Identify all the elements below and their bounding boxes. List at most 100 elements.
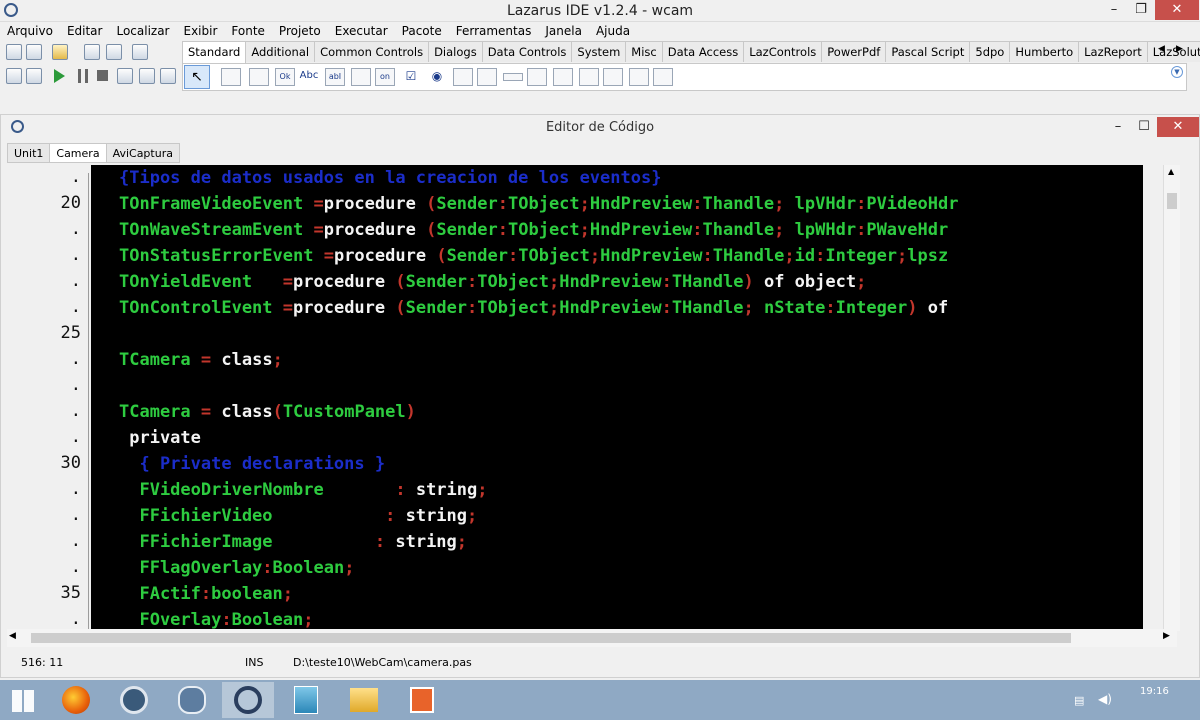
tcheckbox-icon[interactable]: ☑ [401, 68, 421, 86]
tradiobutton-icon[interactable]: ◉ [427, 68, 447, 86]
code-line[interactable]: TOnWaveStreamEvent =procedure (Sender:TO… [119, 217, 948, 243]
menu-fonte[interactable]: Fonte [224, 22, 272, 40]
palette-tab-common-controls[interactable]: Common Controls [314, 41, 430, 62]
palette-scroll-left-icon[interactable]: ◀ [1158, 44, 1165, 54]
step-out-icon[interactable] [160, 68, 176, 84]
palette-tab-dialogs[interactable]: Dialogs [428, 41, 483, 62]
palette-tab-lazsolutions[interactable]: LazSolutions [1146, 41, 1200, 62]
palette-tab-additional[interactable]: Additional [245, 41, 316, 62]
tmemo-icon[interactable] [351, 68, 371, 86]
scroll-up-icon[interactable]: ▲ [1168, 167, 1174, 176]
step-into-icon[interactable] [117, 68, 133, 84]
code-line[interactable]: TCamera = class; [119, 347, 283, 373]
menu-exibir[interactable]: Exibir [177, 22, 225, 40]
palette-tab-lazreport[interactable]: LazReport [1078, 41, 1148, 62]
close-button[interactable]: ✕ [1155, 0, 1199, 20]
new-form-icon[interactable] [26, 44, 42, 60]
tpopupmenu-icon[interactable] [249, 68, 269, 86]
tgroupbox-icon[interactable] [527, 68, 547, 86]
tab-avicaptura[interactable]: AviCaptura [105, 143, 180, 163]
code-line[interactable]: private [119, 425, 201, 451]
view-forms-icon[interactable] [26, 68, 42, 84]
palette-tab-system[interactable]: System [571, 41, 627, 62]
menu-ferramentas[interactable]: Ferramentas [449, 22, 539, 40]
tframe-icon[interactable] [629, 68, 649, 86]
code-line[interactable]: FVideoDriverNombre : string; [119, 477, 487, 503]
tray-volume-icon[interactable]: ◀) [1098, 692, 1112, 706]
palette-menu-icon[interactable]: ▼ [1171, 66, 1183, 78]
file-explorer-icon[interactable] [338, 682, 390, 718]
editor-close-button[interactable]: ✕ [1157, 117, 1199, 137]
hscroll-thumb[interactable] [31, 633, 1071, 643]
save-icon[interactable] [84, 44, 100, 60]
tedit-icon[interactable]: abI [325, 68, 345, 86]
code-area[interactable]: {Tipos de datos usados en la creacion de… [91, 165, 1143, 631]
clock[interactable]: 19:16 [1140, 686, 1169, 697]
restore-button[interactable]: ❐ [1128, 0, 1154, 20]
menu-ajuda[interactable]: Ajuda [589, 22, 637, 40]
minimize-button[interactable]: – [1100, 0, 1128, 20]
run-icon[interactable] [54, 69, 65, 83]
menu-janela[interactable]: Janela [538, 22, 589, 40]
code-line[interactable]: FFlagOverlay:Boolean; [119, 555, 354, 581]
code-line[interactable]: FFichierImage : string; [119, 529, 467, 555]
pointer-icon[interactable]: ↖ [184, 65, 210, 89]
new-unit-icon[interactable] [6, 44, 22, 60]
tab-unit1[interactable]: Unit1 [7, 143, 51, 163]
palette-tab-humberto[interactable]: Humberto [1009, 41, 1080, 62]
palette-tab-pascal-script[interactable]: Pascal Script [885, 41, 971, 62]
windows-start-icon[interactable] [12, 690, 34, 712]
menu-pacote[interactable]: Pacote [395, 22, 449, 40]
tlabel-icon[interactable]: Abc [299, 68, 319, 86]
office-icon[interactable] [396, 682, 448, 718]
code-line[interactable]: FActif:boolean; [119, 581, 293, 607]
scroll-left-icon[interactable]: ◀ [9, 631, 16, 641]
horizontal-scrollbar[interactable]: ◀ ▶ [7, 629, 1177, 647]
tmainmenu-icon[interactable] [221, 68, 241, 86]
palette-scroll-right-icon[interactable]: ▶ [1176, 44, 1183, 54]
code-line[interactable]: TOnFrameVideoEvent =procedure (Sender:TO… [119, 191, 958, 217]
step-over-icon[interactable] [139, 68, 155, 84]
vertical-scrollbar[interactable]: ▲ [1163, 165, 1180, 631]
lazarus-icon[interactable] [222, 682, 274, 718]
palette-tab-standard[interactable]: Standard [182, 41, 247, 63]
palette-tab-powerpdf[interactable]: PowerPdf [821, 41, 887, 62]
app-icon[interactable] [108, 682, 160, 718]
palette-tab-misc[interactable]: Misc [625, 41, 663, 62]
menu-projeto[interactable]: Projeto [272, 22, 328, 40]
save-all-icon[interactable] [106, 44, 122, 60]
palette-tab-data-controls[interactable]: Data Controls [481, 41, 573, 62]
palette-tab-data-access[interactable]: Data Access [661, 41, 745, 62]
scroll-thumb[interactable] [1167, 193, 1177, 209]
editor-maximize-button[interactable]: ☐ [1131, 117, 1157, 137]
tradiogroup-icon[interactable] [553, 68, 573, 86]
stop-icon[interactable] [97, 70, 108, 81]
tbutton-icon[interactable]: Ok [275, 68, 295, 86]
tpanel-icon[interactable] [603, 68, 623, 86]
tscrollbar-icon[interactable] [503, 73, 523, 81]
tab-camera[interactable]: Camera [49, 143, 107, 163]
editor-minimize-button[interactable]: – [1105, 117, 1131, 137]
view-units-icon[interactable] [6, 68, 22, 84]
code-line[interactable]: TOnYieldEvent =procedure (Sender:TObject… [119, 269, 866, 295]
menu-localizar[interactable]: Localizar [109, 22, 176, 40]
menu-arquivo[interactable]: Arquivo [0, 22, 60, 40]
firefox-icon[interactable] [50, 682, 102, 718]
open-icon[interactable] [52, 44, 68, 60]
code-line[interactable]: { Private declarations } [119, 451, 385, 477]
menu-editar[interactable]: Editar [60, 22, 110, 40]
notepad-icon[interactable] [280, 682, 332, 718]
tactionlist-icon[interactable] [653, 68, 673, 86]
code-line[interactable]: FOverlay:Boolean; [119, 607, 313, 631]
code-line[interactable]: TCamera = class(TCustomPanel) [119, 399, 416, 425]
pause-icon[interactable] [78, 69, 88, 83]
app-icon-2[interactable] [166, 682, 218, 718]
code-line[interactable]: TOnControlEvent =procedure (Sender:TObje… [119, 295, 948, 321]
scroll-right-icon[interactable]: ▶ [1163, 631, 1170, 641]
code-line[interactable]: TOnStatusErrorEvent =procedure (Sender:T… [119, 243, 948, 269]
menu-executar[interactable]: Executar [328, 22, 395, 40]
toggle-form-unit-icon[interactable] [132, 44, 148, 60]
code-line[interactable]: {Tipos de datos usados en la creacion de… [119, 165, 661, 191]
tcombobox-icon[interactable] [477, 68, 497, 86]
code-line[interactable]: FFichierVideo : string; [119, 503, 477, 529]
